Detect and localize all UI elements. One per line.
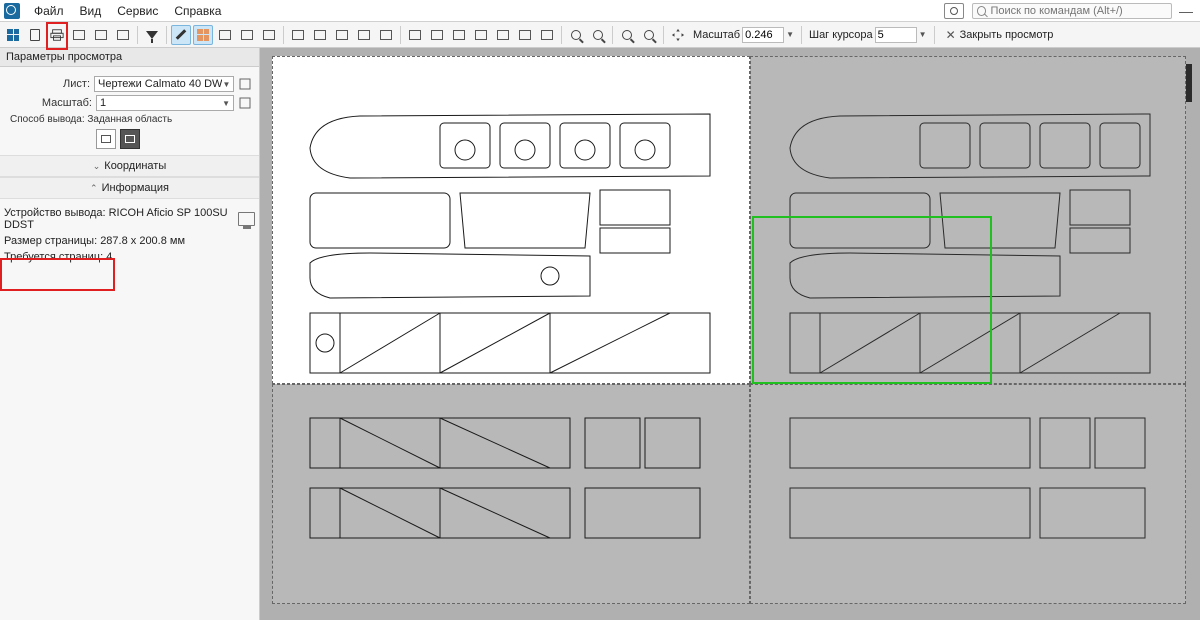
command-search[interactable] — [972, 3, 1172, 19]
chevron-down-icon[interactable]: ▼ — [222, 99, 230, 108]
chevron-up-icon: ⌃ — [90, 183, 98, 194]
tool-a[interactable] — [288, 25, 308, 45]
menu-service[interactable]: Сервис — [109, 2, 166, 20]
chevron-down-icon: ⌄ — [93, 161, 101, 172]
pagesize-label: Размер страницы: — [4, 235, 97, 247]
menu-bar: Файл Вид Сервис Справка — — [0, 0, 1200, 22]
tool-i[interactable] — [471, 25, 491, 45]
close-icon: ✕ — [946, 28, 956, 42]
scale-value: 1 — [100, 97, 222, 109]
clear-scale-button[interactable] — [237, 95, 253, 111]
tool-d[interactable] — [354, 25, 374, 45]
pagesize-value: 287.8 x 200.8 мм — [100, 235, 185, 247]
camera-icon[interactable] — [944, 3, 964, 19]
filter-button[interactable] — [142, 25, 162, 45]
preview-params-panel: Параметры просмотра Лист: Чертежи Calmat… — [0, 48, 260, 620]
edit-button[interactable] — [171, 25, 191, 45]
menu-view[interactable]: Вид — [72, 2, 110, 20]
chevron-down-icon[interactable]: ▼ — [786, 30, 794, 39]
scale-combo[interactable]: 1 ▼ — [96, 95, 234, 111]
panel-title: Параметры просмотра — [0, 48, 259, 67]
grid2-button[interactable] — [113, 25, 133, 45]
toolbar: Масштаб ▼ Шаг курсора ▼ ✕ Закрыть просмо… — [0, 22, 1200, 48]
command-search-input[interactable] — [990, 5, 1167, 17]
tool-l[interactable] — [537, 25, 557, 45]
zoom-window-button[interactable] — [588, 25, 608, 45]
scale-label: Масштаб: — [6, 97, 96, 109]
zoom-out-button[interactable] — [639, 25, 659, 45]
info-section-header[interactable]: ⌃ Информация — [0, 177, 259, 199]
pages-value: 4 — [106, 251, 112, 263]
dark-grid-button[interactable] — [193, 25, 213, 45]
align-button[interactable] — [215, 25, 235, 45]
drawing-content — [290, 78, 1170, 578]
tool-h[interactable] — [449, 25, 469, 45]
menu-file[interactable]: Файл — [26, 2, 72, 20]
cursor-step-control[interactable]: Шаг курсора ▼ — [809, 27, 927, 43]
scale-input[interactable] — [742, 27, 784, 43]
align2-button[interactable] — [237, 25, 257, 45]
menu-help[interactable]: Справка — [166, 2, 229, 20]
scale-control[interactable]: Масштаб ▼ — [693, 27, 794, 43]
info-section-label: Информация — [102, 182, 169, 194]
scale-label: Масштаб — [693, 29, 740, 41]
info-body: Устройство вывода: RICOH Aficio SP 100SU… — [0, 199, 259, 271]
printer-icon[interactable] — [238, 212, 255, 226]
grid-view-button[interactable] — [3, 25, 23, 45]
sheet-combo[interactable]: Чертежи Calmato 40 DW ▼ — [94, 76, 234, 92]
layout-button[interactable] — [91, 25, 111, 45]
page-icon[interactable] — [25, 25, 45, 45]
sheet-value: Чертежи Calmato 40 DW — [98, 78, 222, 90]
chevron-down-icon[interactable]: ▼ — [919, 30, 927, 39]
tool-j[interactable] — [493, 25, 513, 45]
zoom-fit-button[interactable] — [566, 25, 586, 45]
device-label: Устройство вывода: — [4, 207, 106, 219]
coords-section-header[interactable]: ⌄ Координаты — [0, 155, 259, 177]
print-button[interactable] — [47, 25, 67, 45]
canvas-area[interactable] — [260, 48, 1200, 620]
zoom-in-button[interactable] — [617, 25, 637, 45]
tool-f[interactable] — [405, 25, 425, 45]
clear-sheet-button[interactable] — [237, 76, 253, 92]
app-logo-icon — [4, 3, 20, 19]
coords-section-label: Координаты — [104, 160, 166, 172]
pan-button[interactable] — [668, 25, 688, 45]
pages-label: Требуется страниц: — [4, 251, 103, 263]
tool-g[interactable] — [427, 25, 447, 45]
output-method-label: Способ вывода: Заданная область — [6, 114, 176, 126]
tool-e[interactable] — [376, 25, 396, 45]
close-preview-label: Закрыть просмотр — [960, 29, 1054, 41]
search-icon — [977, 6, 986, 16]
tool-b[interactable] — [310, 25, 330, 45]
active-page-outline — [752, 216, 992, 384]
sheet-label: Лист: — [6, 78, 94, 90]
tool-c[interactable] — [332, 25, 352, 45]
tiles-button[interactable] — [69, 25, 89, 45]
align3-button[interactable] — [259, 25, 279, 45]
tool-k[interactable] — [515, 25, 535, 45]
close-preview-button[interactable]: ✕ Закрыть просмотр — [946, 28, 1054, 42]
chevron-down-icon[interactable]: ▼ — [222, 80, 230, 89]
cursor-step-input[interactable] — [875, 27, 917, 43]
method-full-button[interactable] — [96, 129, 116, 149]
cursor-step-label: Шаг курсора — [809, 29, 873, 41]
minimize-ribbon-icon[interactable]: — — [1176, 3, 1196, 19]
method-region-button[interactable] — [120, 129, 140, 149]
